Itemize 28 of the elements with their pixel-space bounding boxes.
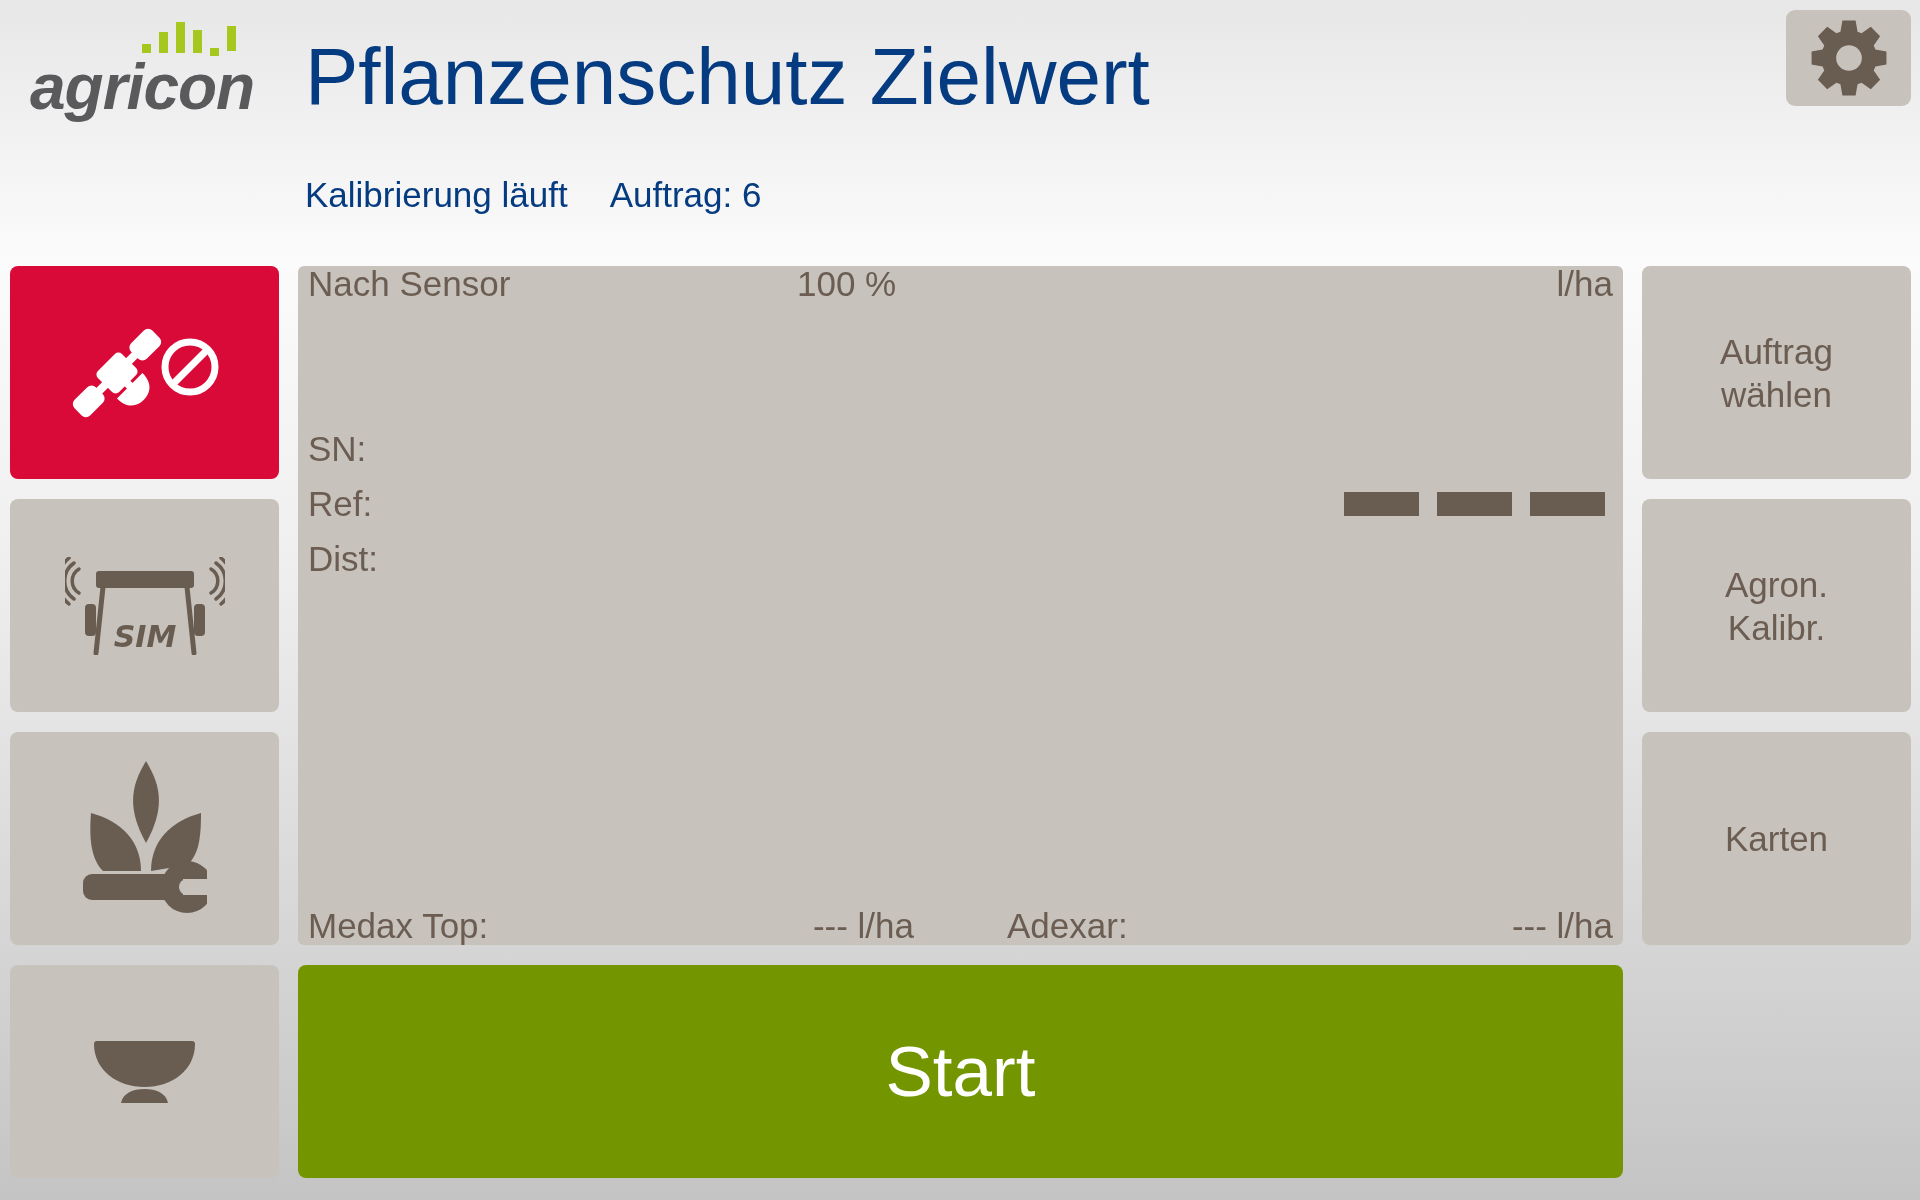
- satellite-button[interactable]: [10, 266, 279, 479]
- page-title: Pflanzenschutz Zielwert: [305, 37, 1151, 117]
- dashes-icon: [1344, 491, 1605, 516]
- product-rate: --- l/ha: [812, 907, 914, 945]
- action-button[interactable]: Auftrag wählen: [1642, 266, 1911, 479]
- start-button[interactable]: Start: [298, 965, 1623, 1178]
- settings-icon: [1810, 20, 1887, 96]
- mode-label: Nach Sensor: [308, 266, 512, 302]
- sprayer-icon: [64, 556, 225, 655]
- field-label: Dist:: [308, 538, 378, 579]
- unit-label: l/ha: [1556, 266, 1613, 302]
- action-button[interactable]: Agron. Kalibr.: [1642, 499, 1911, 712]
- field-label: SN:: [308, 428, 367, 469]
- product-name: Medax Top:: [308, 907, 489, 945]
- percent-value: 100 %: [797, 266, 898, 302]
- logo-text: agricon: [30, 54, 255, 120]
- sprayer-button[interactable]: SIM: [10, 499, 279, 712]
- action-button[interactable]: Karten: [1642, 732, 1911, 945]
- field-label: Ref:: [308, 483, 373, 524]
- status-text: Auftrag: 6: [609, 175, 762, 215]
- product-rate: --- l/ha: [1511, 907, 1613, 945]
- bowl-icon: [94, 1040, 195, 1103]
- settings-button[interactable]: [1786, 10, 1911, 106]
- sim-label: SIM: [113, 618, 176, 654]
- status-text: Kalibrierung läuft: [305, 175, 568, 215]
- plant-service-button[interactable]: [10, 732, 279, 945]
- bowl-button[interactable]: [10, 965, 279, 1178]
- product-name: Adexar:: [1007, 907, 1128, 945]
